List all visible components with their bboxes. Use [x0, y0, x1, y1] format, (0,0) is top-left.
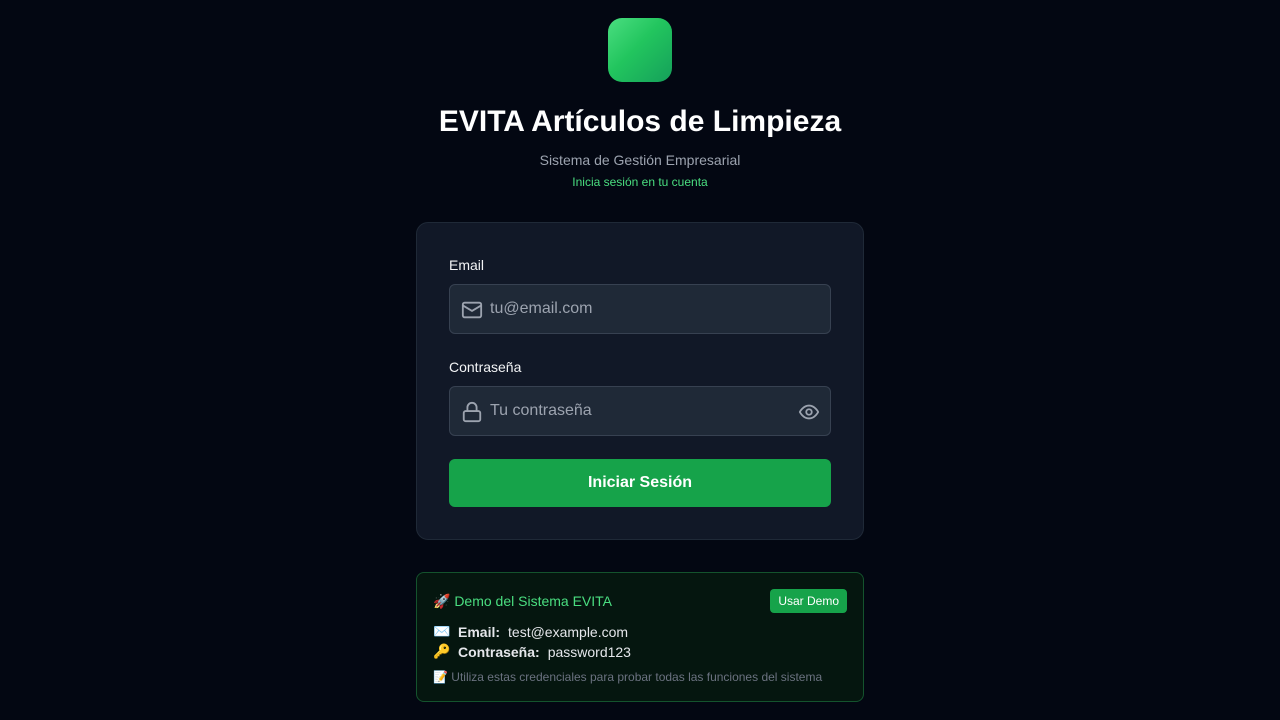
login-tagline: Inicia sesión en tu cuenta — [572, 175, 708, 189]
lock-icon — [462, 401, 482, 423]
login-button[interactable]: Iniciar Sesión — [449, 459, 831, 507]
demo-password-value: password123 — [547, 643, 631, 660]
page-subtitle: Sistema de Gestión Empresarial — [539, 152, 741, 168]
envelope-icon: ✉️ — [433, 623, 451, 639]
demo-email-row: ✉️ Email: test@example.com — [433, 623, 628, 640]
demo-email-value: test@example.com — [508, 623, 629, 640]
eye-icon[interactable] — [798, 401, 820, 423]
demo-panel: 🚀 Demo del Sistema EVITA Usar Demo ✉️ Em… — [416, 572, 864, 702]
password-input[interactable] — [490, 387, 790, 435]
password-field[interactable] — [449, 386, 831, 436]
email-input[interactable] — [490, 285, 790, 333]
demo-password-key: Contraseña: — [458, 643, 540, 660]
app-logo — [608, 18, 672, 82]
use-demo-button[interactable]: Usar Demo — [770, 589, 847, 613]
password-label: Contraseña — [449, 359, 522, 375]
key-icon: 🔑 — [433, 643, 451, 659]
email-field[interactable] — [449, 284, 831, 334]
mail-icon — [461, 301, 483, 319]
demo-email-key: Email: — [458, 623, 501, 640]
login-card: Email Contraseña Iniciar Sesión — [416, 222, 864, 540]
demo-note: 📝 Utiliza estas credenciales para probar… — [433, 670, 823, 684]
page-title: EVITA Artículos de Limpieza — [438, 105, 842, 138]
email-label: Email — [449, 257, 485, 273]
demo-password-row: 🔑 Contraseña: password123 — [433, 643, 631, 660]
demo-title: 🚀 Demo del Sistema EVITA — [433, 593, 613, 609]
